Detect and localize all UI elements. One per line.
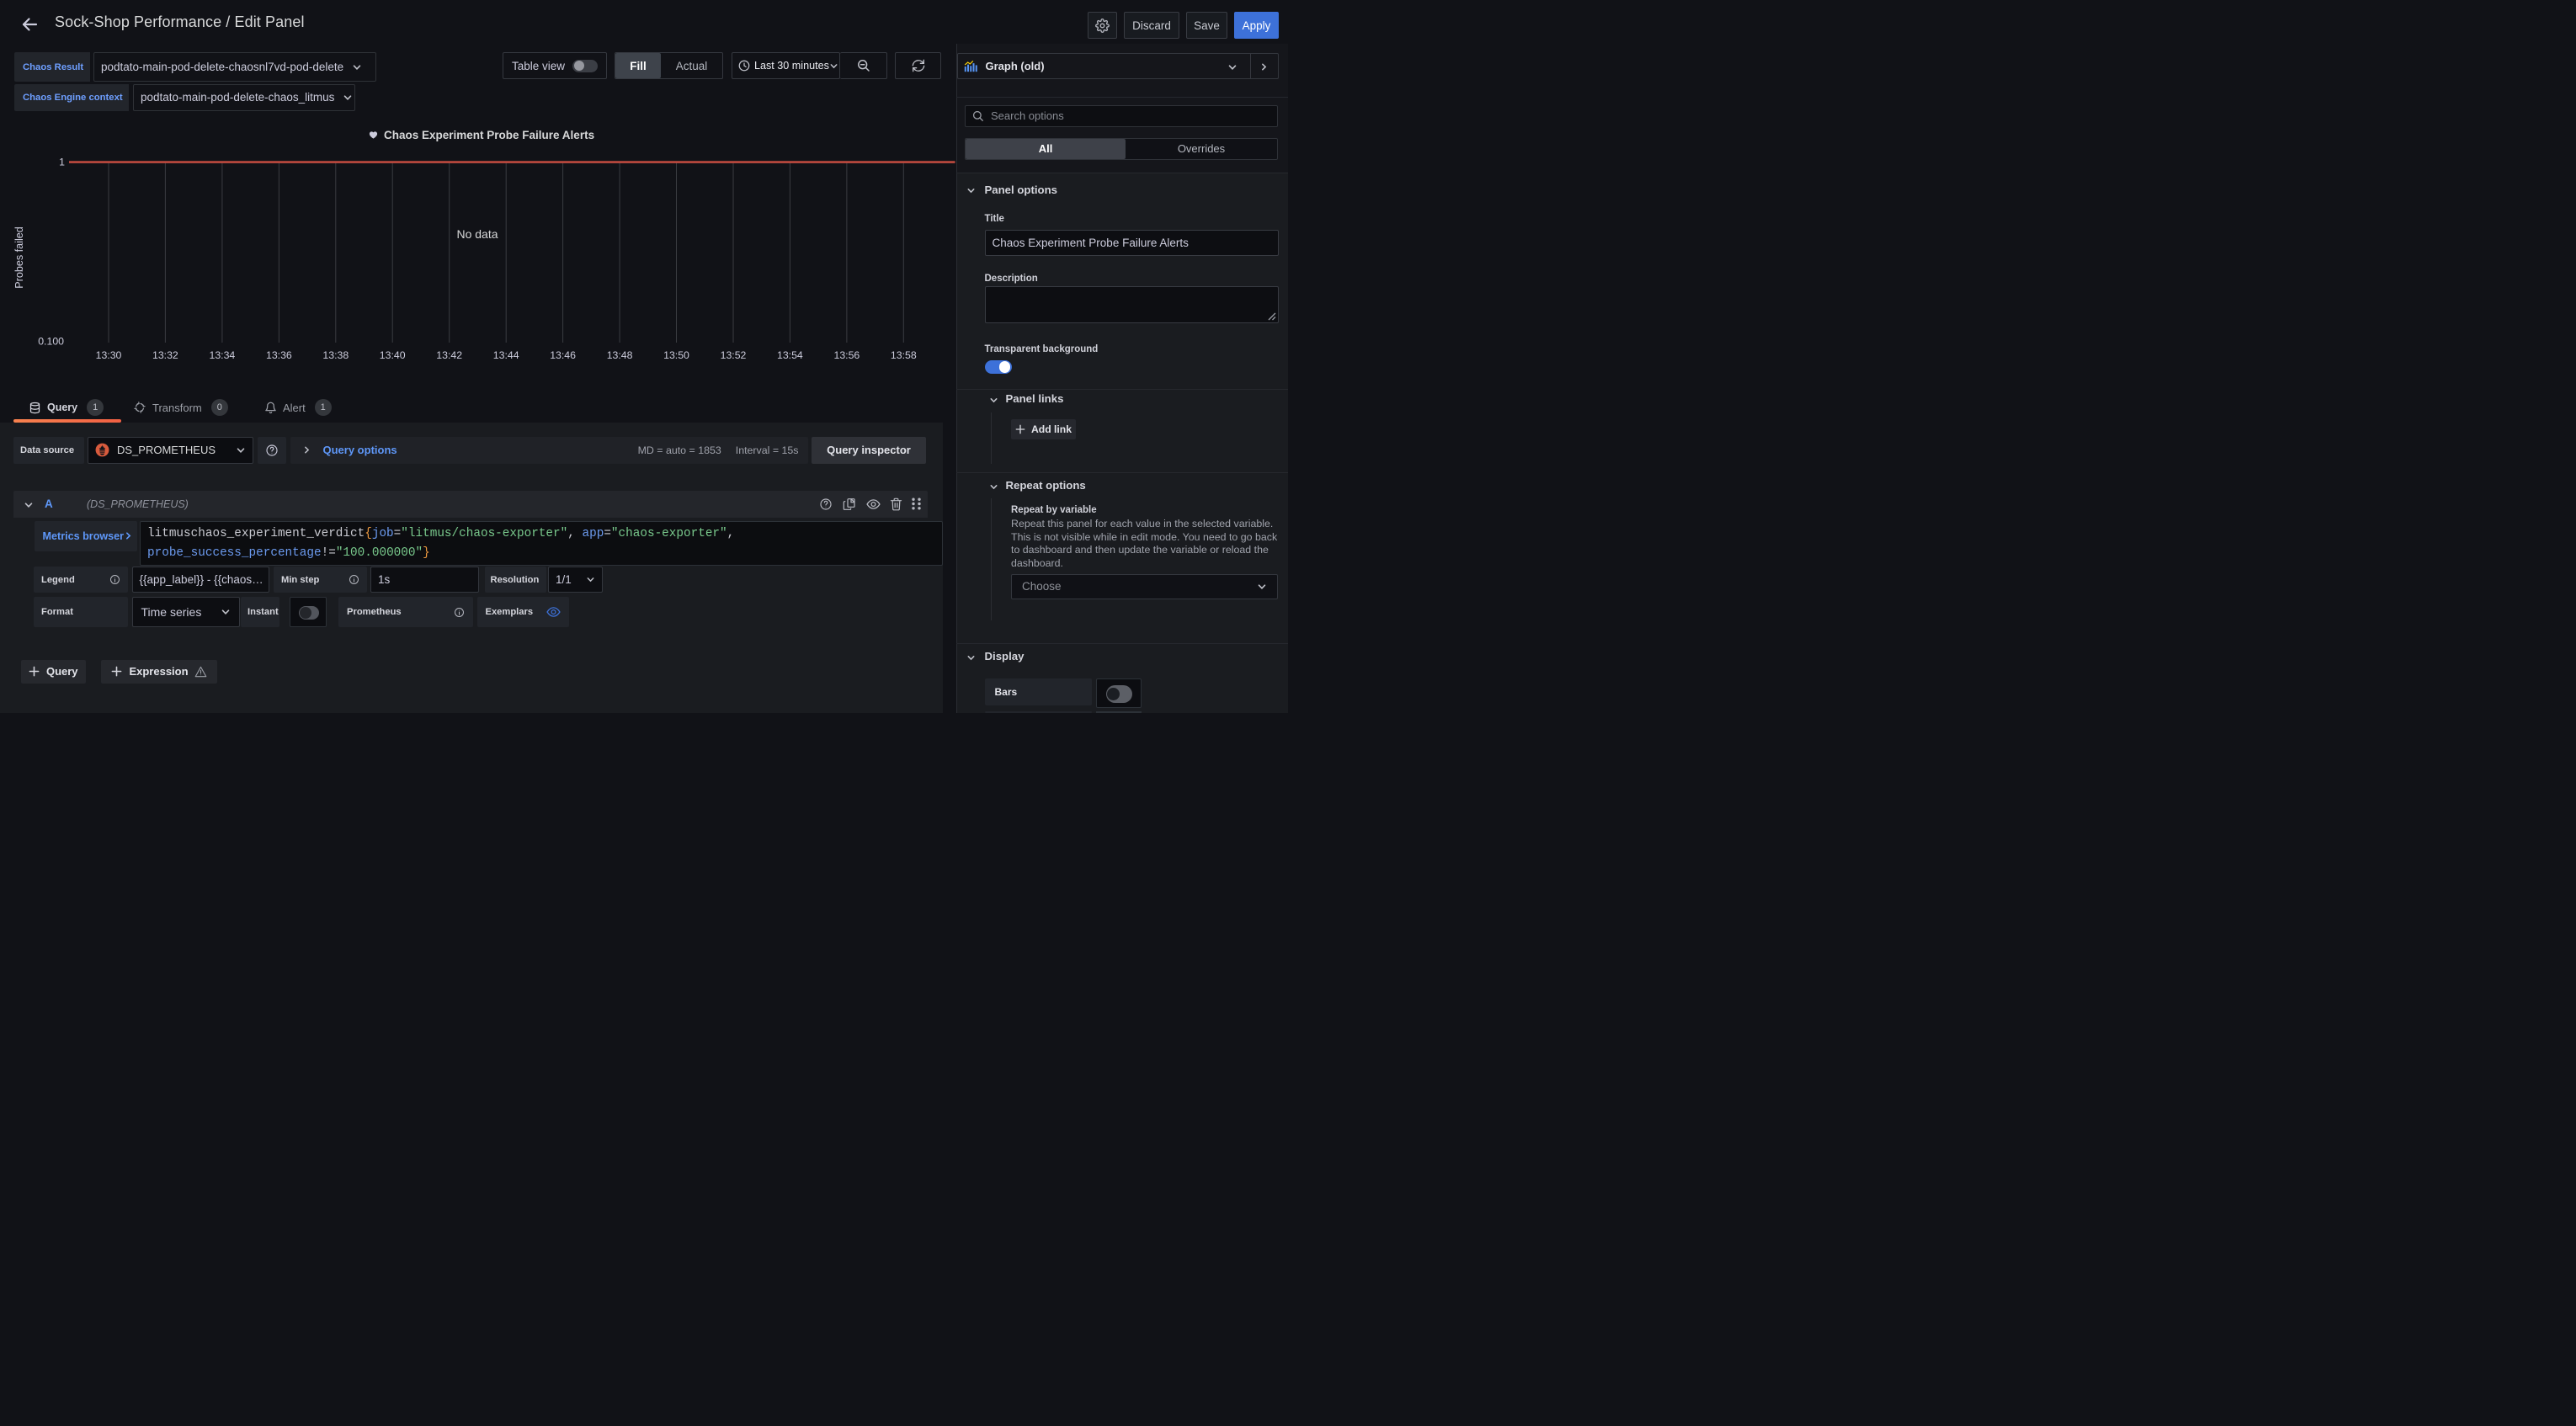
- svg-text:No data: No data: [456, 227, 498, 241]
- svg-text:13:46: 13:46: [550, 349, 576, 361]
- svg-text:13:54: 13:54: [777, 349, 803, 361]
- svg-text:1: 1: [59, 157, 65, 168]
- svg-text:Probes failed: Probes failed: [13, 226, 25, 289]
- svg-text:13:36: 13:36: [266, 349, 292, 361]
- svg-text:13:50: 13:50: [663, 349, 689, 361]
- svg-text:13:38: 13:38: [322, 349, 349, 361]
- svg-text:13:58: 13:58: [891, 349, 917, 361]
- svg-text:13:44: 13:44: [493, 349, 519, 361]
- svg-text:13:56: 13:56: [834, 349, 860, 361]
- svg-text:13:42: 13:42: [436, 349, 462, 361]
- svg-text:13:48: 13:48: [607, 349, 633, 361]
- svg-text:13:40: 13:40: [380, 349, 406, 361]
- svg-text:0.100: 0.100: [38, 336, 64, 348]
- svg-text:13:34: 13:34: [210, 349, 236, 361]
- svg-text:13:52: 13:52: [721, 349, 747, 361]
- svg-text:13:32: 13:32: [152, 349, 178, 361]
- svg-text:13:30: 13:30: [96, 349, 122, 361]
